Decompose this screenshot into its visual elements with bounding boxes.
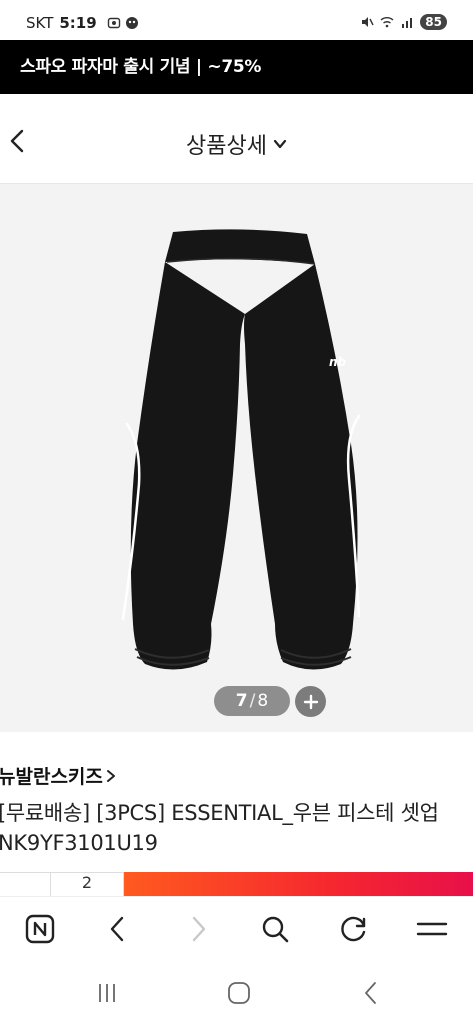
mute-icon <box>362 17 374 27</box>
plus-icon <box>303 694 318 709</box>
product-name-line1: [무료배송] [3PCS] ESSENTIAL_우븐 피스테 셋업 <box>0 801 439 825</box>
quantity-value: 2 <box>81 873 93 892</box>
wifi-icon <box>380 17 394 28</box>
browser-menu-button[interactable] <box>414 911 450 947</box>
product-code: NK9YF3101U19 <box>0 831 158 855</box>
battery-level: 85 <box>420 14 447 30</box>
signal-icon <box>402 18 413 28</box>
refresh-icon <box>341 916 366 942</box>
back-icon <box>365 982 376 1004</box>
system-navigation-bar <box>0 962 473 1024</box>
chevron-right-icon <box>106 769 115 782</box>
image-zoom-button[interactable] <box>295 686 326 717</box>
buy-button[interactable] <box>124 872 473 898</box>
browser-refresh-button[interactable] <box>336 911 372 947</box>
notification-icons <box>107 16 139 30</box>
image-index: 7 <box>235 691 248 711</box>
back-icon <box>110 916 124 942</box>
search-icon <box>262 916 289 943</box>
clock: 5:19 <box>59 14 97 32</box>
image-counter-separator: / <box>249 691 256 711</box>
page-title: 상품상세 <box>186 134 267 159</box>
image-total: 8 <box>257 691 269 711</box>
brand-link[interactable]: 뉴발란스키즈 <box>0 762 117 789</box>
status-right: 85 <box>360 14 447 30</box>
browser-back-button[interactable] <box>100 911 136 947</box>
carrier-label: SKT <box>26 14 54 32</box>
naver-home-icon <box>25 914 55 944</box>
wishlist-box[interactable] <box>0 872 51 898</box>
promo-banner-text: 스파오 파자마 출시 기념 | ~75% <box>20 57 262 77</box>
page-title-dropdown[interactable]: 상품상세 <box>0 128 473 160</box>
status-left: SKT 5:19 <box>26 14 139 32</box>
game-controller-icon <box>125 17 138 29</box>
home-icon <box>228 982 250 1004</box>
product-image-carousel[interactable]: nb 7 / 8 <box>0 184 473 732</box>
recent-apps-button[interactable] <box>92 978 122 1008</box>
quantity-box[interactable]: 2 <box>51 872 124 898</box>
recent-apps-icon <box>99 984 115 1002</box>
image-counter: 7 / 8 <box>214 686 290 716</box>
chevron-down-icon <box>273 139 287 149</box>
browser-search-button[interactable] <box>257 911 293 947</box>
status-bar: SKT 5:19 85 <box>0 0 473 40</box>
browser-forward-button[interactable] <box>180 911 216 947</box>
menu-icon <box>416 922 448 936</box>
naver-home-button[interactable] <box>22 911 58 947</box>
product-name: [무료배송] [3PCS] ESSENTIAL_우븐 피스테 셋업 NK9YF3… <box>0 798 473 858</box>
browser-toolbar <box>0 896 473 962</box>
screenshot-icon <box>107 17 120 29</box>
product-photo-jogger-pants: nb <box>121 229 361 670</box>
purchase-bar: 2 <box>0 872 473 898</box>
forward-icon <box>192 916 206 942</box>
system-back-button[interactable] <box>356 978 386 1008</box>
home-button[interactable] <box>224 978 254 1008</box>
promo-banner[interactable]: 스파오 파자마 출시 기념 | ~75% <box>0 40 473 94</box>
page-header: 상품상세 <box>0 94 473 184</box>
brand-name: 뉴발란스키즈 <box>0 766 103 788</box>
brand-logo: nb <box>329 355 347 369</box>
